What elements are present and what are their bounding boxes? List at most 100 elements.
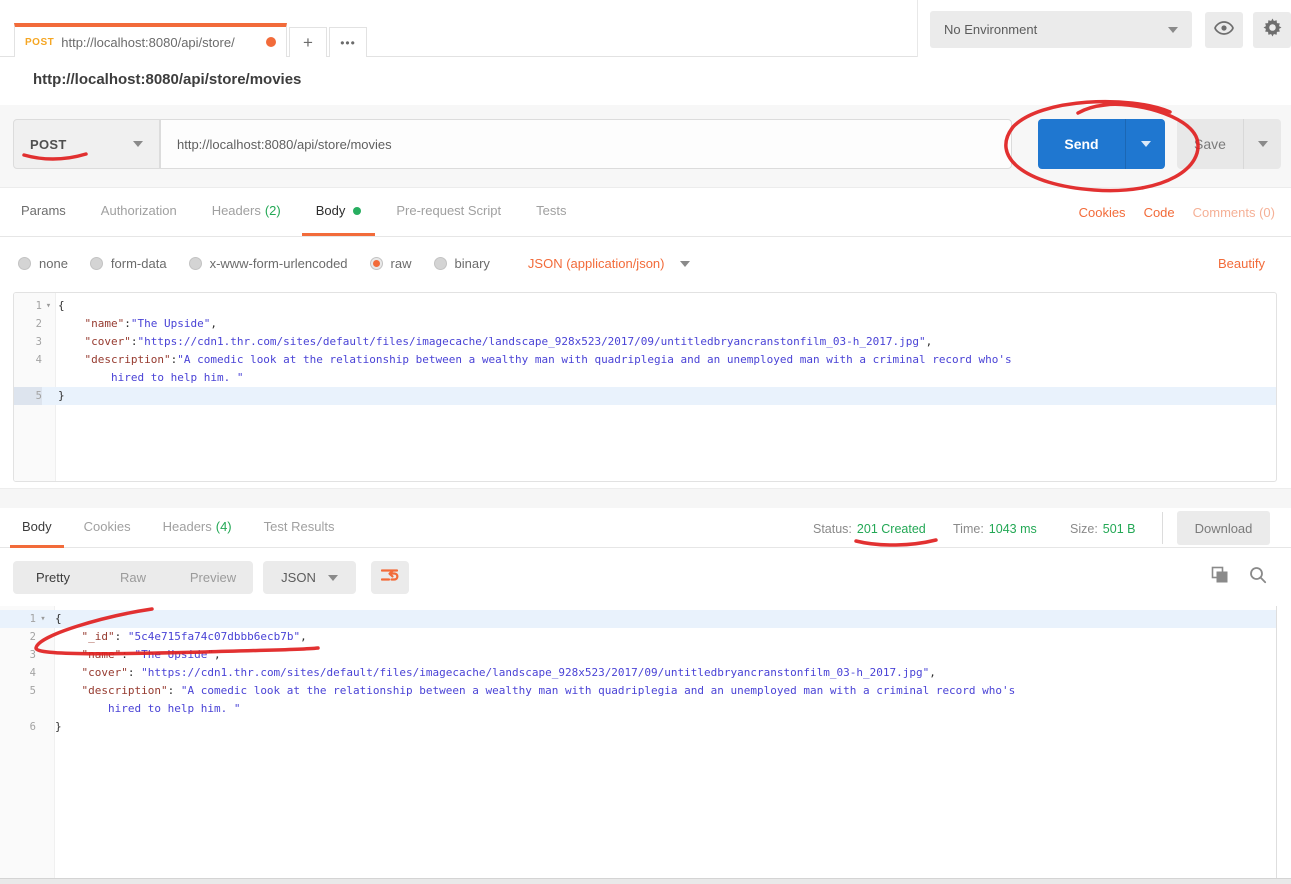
url-input[interactable] xyxy=(160,119,1012,169)
tab-params[interactable]: Params xyxy=(7,188,80,236)
code-line: 3 "cover":"https://cdn1.thr.com/sites/de… xyxy=(14,333,1276,351)
tab-label: Params xyxy=(21,203,66,218)
gear-icon xyxy=(1263,18,1282,42)
line-number: 1 xyxy=(0,610,36,628)
line-number: 1 xyxy=(14,297,42,315)
search-button[interactable] xyxy=(1249,566,1267,589)
body-type-radio-none[interactable]: none xyxy=(18,256,68,271)
send-options-button[interactable] xyxy=(1125,119,1165,169)
topbar-divider xyxy=(917,0,918,57)
section-separator xyxy=(0,488,1291,508)
environment-selected-label: No Environment xyxy=(944,22,1037,37)
tab-label: Cookies xyxy=(84,519,131,534)
tab-tests[interactable]: Tests xyxy=(522,188,580,236)
format-selected-label: JSON xyxy=(281,570,316,585)
response-tool-icons xyxy=(1211,566,1267,589)
tab-pre-request-script[interactable]: Pre-request Script xyxy=(382,188,515,236)
radio-icon xyxy=(434,257,447,270)
fold-spacer xyxy=(36,718,50,736)
body-type-radio-form-data[interactable]: form-data xyxy=(90,256,167,271)
meta-divider xyxy=(1162,512,1163,544)
copy-button[interactable] xyxy=(1211,566,1229,589)
request-body-editor[interactable]: 1▾{2 "name":"The Upside",3 "cover":"http… xyxy=(13,292,1277,482)
status-badge: Status: 201 Created xyxy=(813,520,926,538)
response-body-editor: 1▾{2 "_id": "5c4e715fa74c07dbbb6ecb7b",3… xyxy=(0,606,1277,878)
bottom-scrollbar-track[interactable] xyxy=(0,878,1291,884)
environment-quick-look-button[interactable] xyxy=(1205,12,1243,48)
code-text: "description": "A comedic look at the re… xyxy=(55,682,1015,700)
code-link[interactable]: Code xyxy=(1144,205,1175,220)
unsaved-changes-dot-icon xyxy=(266,37,276,47)
response-tab-cookies[interactable]: Cookies xyxy=(72,508,143,548)
tab-method-badge: POST xyxy=(25,37,54,48)
time-badge: Time: 1043 ms xyxy=(953,520,1037,538)
body-type-radio-x-www-form-urlencoded[interactable]: x-www-form-urlencoded xyxy=(189,256,348,271)
view-preview-button[interactable]: Preview xyxy=(173,570,253,585)
radio-icon xyxy=(90,257,103,270)
chevron-down-icon xyxy=(328,575,338,581)
tab-label: Pre-request Script xyxy=(396,203,501,218)
postman-app: POST http://localhost:8080/api/store/ + … xyxy=(0,0,1291,884)
view-pretty-button[interactable]: Pretty xyxy=(13,570,93,585)
status-value: 201 Created xyxy=(857,522,926,536)
cookies-link[interactable]: Cookies xyxy=(1079,205,1126,220)
line-number: 4 xyxy=(0,664,36,682)
code-line: 5 "description": "A comedic look at the … xyxy=(0,682,1276,700)
request-tab[interactable]: POST http://localhost:8080/api/store/ xyxy=(14,23,287,57)
request-builder-bar: POST Send Save xyxy=(0,105,1291,188)
word-wrap-button[interactable] xyxy=(371,561,409,594)
tab-authorization[interactable]: Authorization xyxy=(87,188,191,236)
comments-0-link[interactable]: Comments (0) xyxy=(1193,205,1275,220)
code-line: 4 "cover": "https://cdn1.thr.com/sites/d… xyxy=(0,664,1276,682)
line-number: 4 xyxy=(14,351,42,369)
fold-spacer xyxy=(42,351,55,369)
code-line: 3 "name": "The Upside", xyxy=(0,646,1276,664)
save-options-button[interactable] xyxy=(1243,119,1281,169)
code-text: hired to help him. " xyxy=(55,700,240,718)
status-label: Status: xyxy=(813,522,852,536)
chevron-down-icon xyxy=(680,261,690,267)
response-tab-test-results[interactable]: Test Results xyxy=(252,508,347,548)
request-tabs-list: Params Authorization Headers(2)Body Pre-req… xyxy=(0,188,580,236)
response-tab-body[interactable]: Body xyxy=(10,508,64,548)
content-type-select[interactable]: JSON (application/json) xyxy=(528,256,691,271)
time-label: Time: xyxy=(953,522,984,536)
body-type-radio-raw[interactable]: raw xyxy=(370,256,412,271)
response-format-select[interactable]: JSON xyxy=(263,561,356,594)
fold-caret-icon[interactable]: ▾ xyxy=(36,610,50,628)
method-select[interactable]: POST xyxy=(13,119,160,169)
save-button[interactable]: Save xyxy=(1177,119,1243,169)
code-line: 6} xyxy=(0,718,1276,736)
body-type-radio-binary[interactable]: binary xyxy=(434,256,490,271)
time-value: 1043 ms xyxy=(989,522,1037,536)
radio-label: form-data xyxy=(111,256,167,271)
environment-selector[interactable]: No Environment xyxy=(930,11,1192,48)
fold-caret-icon[interactable]: ▾ xyxy=(42,297,55,315)
line-number xyxy=(14,369,42,387)
response-toolbar: PrettyRawPreview JSON xyxy=(0,548,1291,606)
chevron-down-icon xyxy=(1141,141,1151,147)
tab-url-label: http://localhost:8080/api/store/ xyxy=(61,35,260,50)
beautify-link[interactable]: Beautify xyxy=(1218,256,1265,271)
view-raw-button[interactable]: Raw xyxy=(93,570,173,585)
send-button[interactable]: Send xyxy=(1038,119,1125,169)
size-badge: Size:501 B xyxy=(1070,520,1135,538)
fold-spacer xyxy=(42,333,55,351)
code-text: "cover":"https://cdn1.thr.com/sites/defa… xyxy=(58,333,932,351)
download-button[interactable]: Download xyxy=(1177,511,1270,545)
fold-spacer xyxy=(36,646,50,664)
fold-spacer xyxy=(36,682,50,700)
code-line: hired to help him. " xyxy=(0,700,1276,718)
tab-body[interactable]: Body xyxy=(302,188,376,236)
wrap-icon xyxy=(381,568,399,587)
settings-button[interactable] xyxy=(1253,12,1291,48)
tab-label: Authorization xyxy=(101,203,177,218)
fold-spacer xyxy=(36,628,50,646)
response-tab-headers[interactable]: Headers(4) xyxy=(151,508,244,548)
tab-options-button[interactable]: ••• xyxy=(329,27,367,57)
size-value: 501 B xyxy=(1103,522,1136,536)
new-tab-button[interactable]: + xyxy=(289,27,327,57)
radio-label: x-www-form-urlencoded xyxy=(210,256,348,271)
tab-label: Body xyxy=(22,519,52,534)
tab-headers[interactable]: Headers(2) xyxy=(198,188,295,236)
